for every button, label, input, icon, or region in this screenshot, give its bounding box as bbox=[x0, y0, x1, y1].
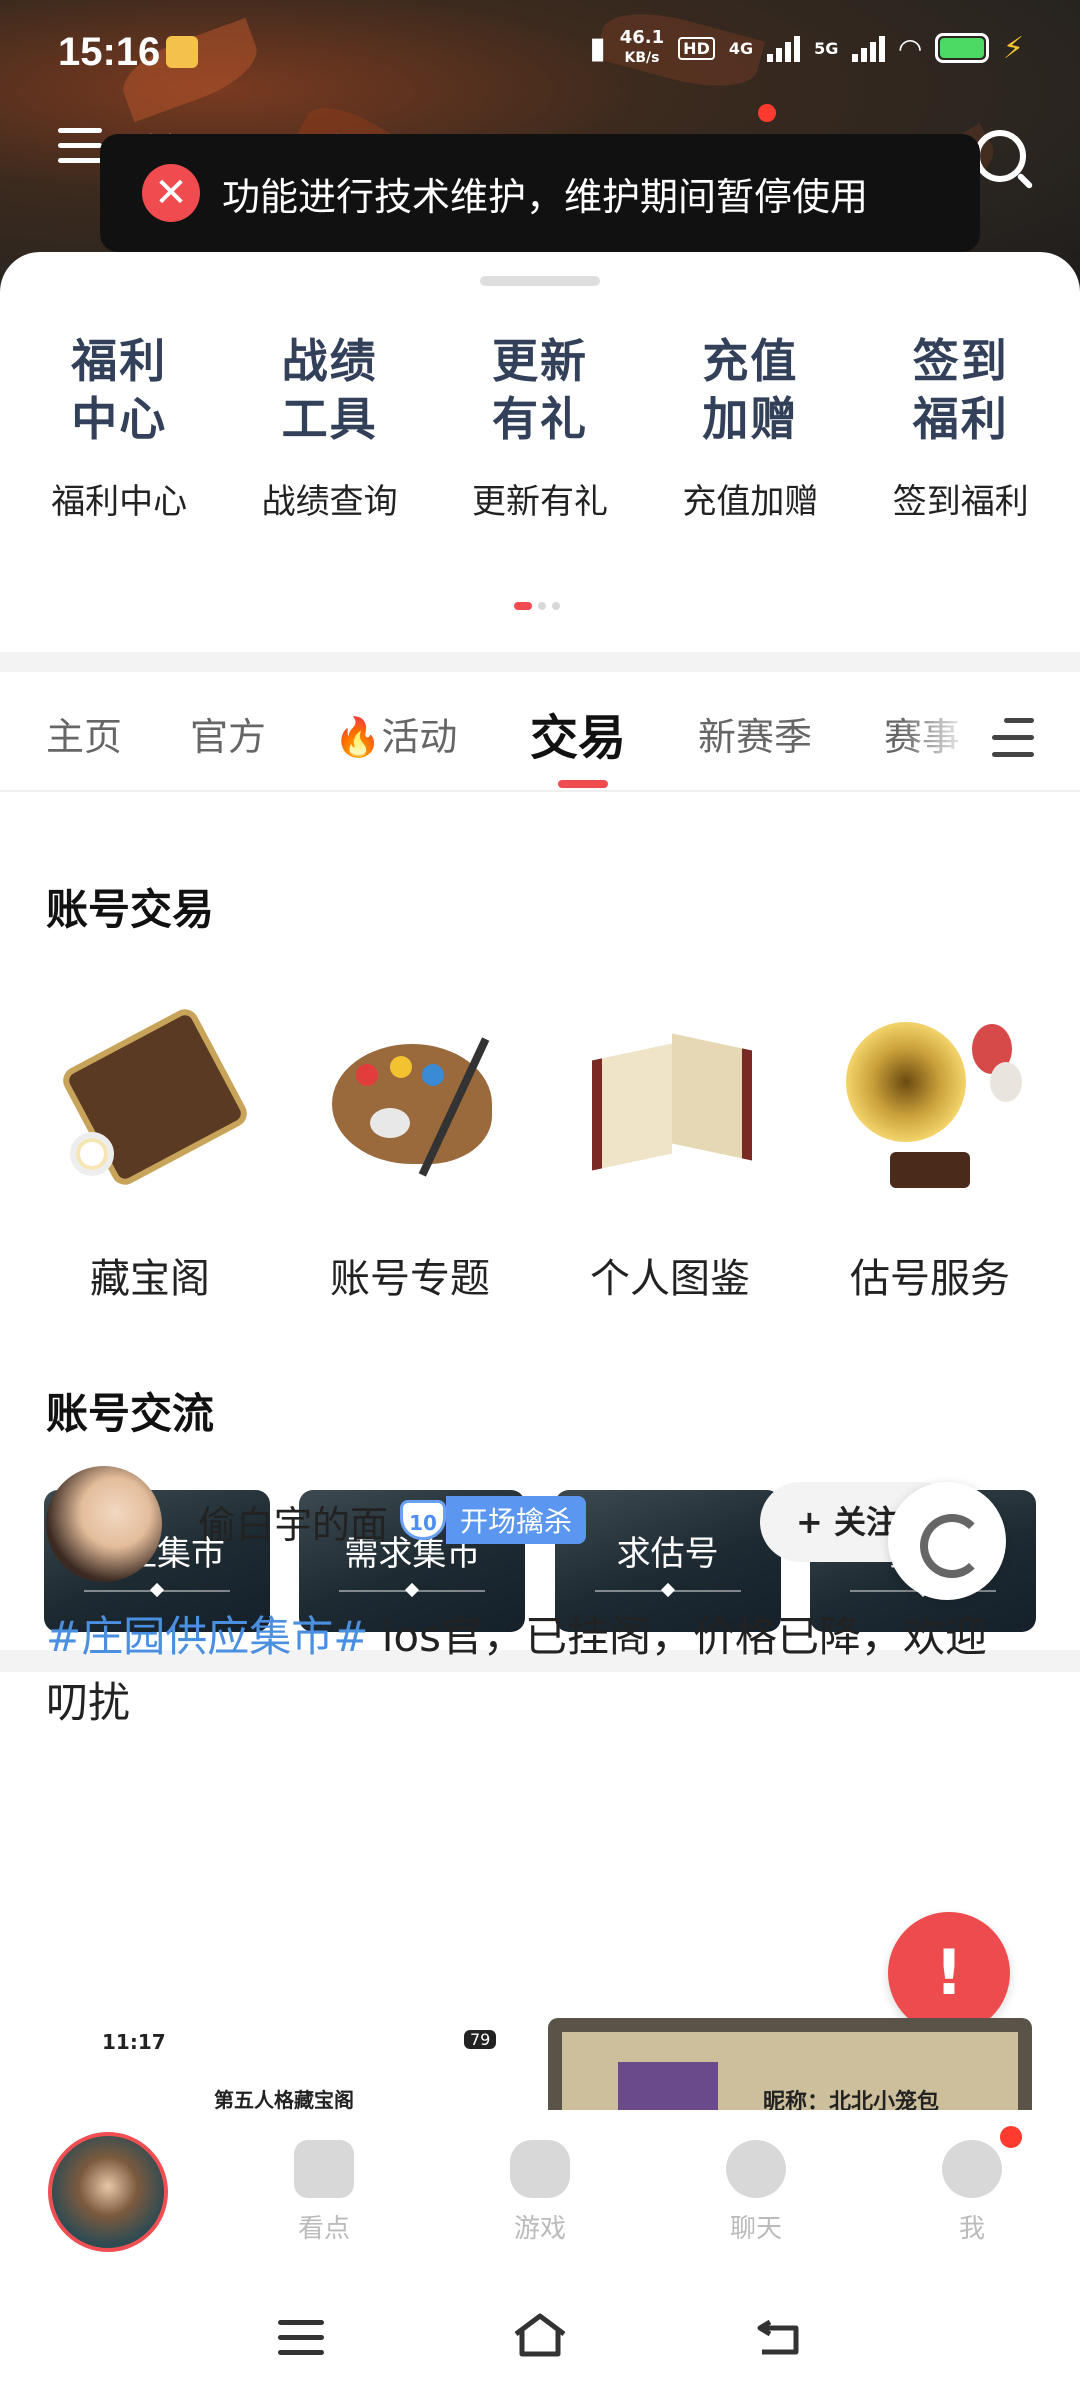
hd-icon: HD bbox=[678, 36, 715, 60]
battery-icon bbox=[934, 33, 989, 63]
home-icon[interactable] bbox=[512, 2312, 568, 2358]
vibrate-icon: ▮ bbox=[589, 30, 606, 66]
user-level-badge: 10 开场擒杀 bbox=[400, 1496, 587, 1544]
wifi-icon: ◠ bbox=[899, 31, 921, 65]
game-avatar-tab[interactable] bbox=[48, 2132, 168, 2252]
quick-link-label: 更新有礼 bbox=[471, 482, 608, 522]
charging-icon: ⚡ bbox=[1002, 30, 1024, 66]
nav-watch[interactable]: 看点 bbox=[274, 2140, 374, 2245]
account-trade-grid: 藏宝阁 账号专题 个人图鉴 估号服务 bbox=[0, 1004, 1080, 1304]
quick-link-label: 福利中心 bbox=[51, 482, 188, 522]
quick-link-label: 战绩查询 bbox=[261, 482, 398, 522]
network-speed: 46.1 KB/s bbox=[619, 27, 665, 67]
trade-item-valuation[interactable]: 估号服务 bbox=[810, 1012, 1050, 1304]
5g-label: 5G bbox=[814, 38, 839, 58]
toast-message: 功能进行技术维护，维护期间暂停使用 bbox=[222, 174, 869, 219]
open-book-icon bbox=[570, 1012, 770, 1202]
trade-item-treasure[interactable]: 藏宝阁 bbox=[30, 1004, 270, 1304]
alert-button[interactable]: ! bbox=[888, 1912, 1010, 2034]
signal-5g-icon bbox=[852, 34, 886, 62]
play-icon bbox=[294, 2140, 354, 2198]
back-icon[interactable] bbox=[756, 2318, 802, 2356]
carousel-dots bbox=[514, 602, 560, 610]
screenshot-battery: 79 bbox=[464, 2030, 497, 2049]
signal-4g-icon bbox=[767, 34, 801, 62]
treasure-book-icon bbox=[50, 1004, 252, 1202]
screenshot-title: 第五人格藏宝阁 bbox=[214, 2088, 354, 2112]
drag-handle[interactable] bbox=[480, 276, 600, 286]
trade-item-topics[interactable]: 账号专题 bbox=[290, 1012, 530, 1304]
profile-icon bbox=[942, 2140, 1002, 2198]
recent-apps-icon[interactable] bbox=[278, 2320, 324, 2365]
trade-item-label: 藏宝阁 bbox=[90, 1256, 210, 1302]
search-icon[interactable] bbox=[974, 130, 1026, 182]
content-sheet: 福利 中心 福利中心 战绩 工具 战绩查询 更新 有礼 更新有礼 充值 加赠 充… bbox=[0, 252, 1080, 2112]
section-title-account-exchange: 账号交流 bbox=[46, 1389, 215, 1438]
tab-new-season[interactable]: 新赛季 bbox=[698, 706, 812, 761]
active-tab-indicator bbox=[558, 780, 608, 788]
menu-icon[interactable] bbox=[58, 128, 102, 166]
me-badge-dot bbox=[1000, 2126, 1022, 2148]
user-title-badge: 开场擒杀 bbox=[446, 1496, 587, 1544]
trade-item-label: 账号专题 bbox=[330, 1256, 490, 1302]
post-image-screenshot[interactable]: 11:17 79 第五人格藏宝阁 bbox=[46, 2020, 526, 2112]
trade-item-label: 个人图鉴 bbox=[590, 1256, 750, 1302]
refresh-icon[interactable] bbox=[888, 1482, 1006, 1600]
nav-me[interactable]: 我 bbox=[922, 2140, 1022, 2245]
tab-menu-icon[interactable] bbox=[992, 718, 1034, 758]
quick-link-label: 签到福利 bbox=[892, 482, 1029, 522]
post-author-avatar[interactable] bbox=[46, 1466, 162, 1582]
post-text[interactable]: #庄园供应集市# ios官，已挂阁，价格已降，欢迎叨扰 bbox=[46, 1604, 1006, 1736]
quick-links: 福利 中心 福利中心 战绩 工具 战绩查询 更新 有礼 更新有礼 充值 加赠 充… bbox=[0, 332, 1080, 523]
bottom-nav: 看点 游戏 聊天 我 bbox=[0, 2112, 1080, 2272]
gramophone-icon bbox=[830, 1012, 1030, 1202]
tab-activity[interactable]: 🔥活动 bbox=[334, 706, 457, 761]
nav-chat[interactable]: 聊天 bbox=[706, 2140, 806, 2245]
error-icon: ✕ bbox=[142, 164, 200, 222]
game-card-nickname: 昵称：北北小笼包 bbox=[763, 2090, 940, 2110]
4g-label: 4G bbox=[728, 38, 754, 58]
post-author-name[interactable]: 偷白宇的面 bbox=[198, 1494, 388, 1549]
status-bar: 15:16 ▮ 46.1 KB/s HD 4G 5G ◠ ⚡ bbox=[0, 0, 1080, 110]
quick-link-checkin[interactable]: 签到 福利 签到福利 bbox=[861, 332, 1061, 523]
exchange-card-label: 求估号 bbox=[616, 1534, 719, 1574]
palette-icon bbox=[310, 1012, 510, 1202]
system-nav-bar bbox=[0, 2272, 1080, 2400]
trade-item-collection[interactable]: 个人图鉴 bbox=[550, 1012, 790, 1304]
gamepad-icon bbox=[510, 2140, 570, 2198]
quick-link-record[interactable]: 战绩 工具 战绩查询 bbox=[230, 332, 430, 523]
weibo-notification-icon bbox=[166, 36, 198, 68]
chat-icon bbox=[726, 2140, 786, 2198]
tab-home[interactable]: 主页 bbox=[46, 706, 122, 761]
screenshot-time: 11:17 bbox=[102, 2030, 166, 2054]
maintenance-toast: ✕ 功能进行技术维护，维护期间暂停使用 bbox=[100, 134, 980, 252]
quick-link-welfare-center[interactable]: 福利 中心 福利中心 bbox=[19, 332, 219, 523]
post-hashtag[interactable]: #庄园供应集市# bbox=[46, 1612, 368, 1661]
post-image-game-card[interactable]: 昵称：北北小笼包 bbox=[548, 2018, 1032, 2110]
tab-fade bbox=[900, 672, 1080, 788]
quick-link-label: 充值加赠 bbox=[682, 482, 819, 522]
nav-games[interactable]: 游戏 bbox=[490, 2140, 590, 2245]
tab-official[interactable]: 官方 bbox=[190, 706, 266, 761]
trade-item-label: 估号服务 bbox=[850, 1256, 1010, 1302]
divider bbox=[0, 652, 1080, 672]
section-title-account-trade: 账号交易 bbox=[46, 885, 215, 934]
level-gem-icon: 10 bbox=[400, 1500, 446, 1540]
tab-trade[interactable]: 交易 bbox=[530, 698, 626, 768]
status-time: 15:16 bbox=[58, 30, 161, 74]
notification-dot bbox=[758, 104, 776, 122]
quick-link-recharge-bonus[interactable]: 充值 加赠 充值加赠 bbox=[650, 332, 850, 523]
character-portrait bbox=[618, 2062, 718, 2110]
quick-link-update-gift[interactable]: 更新 有礼 更新有礼 bbox=[440, 332, 640, 523]
